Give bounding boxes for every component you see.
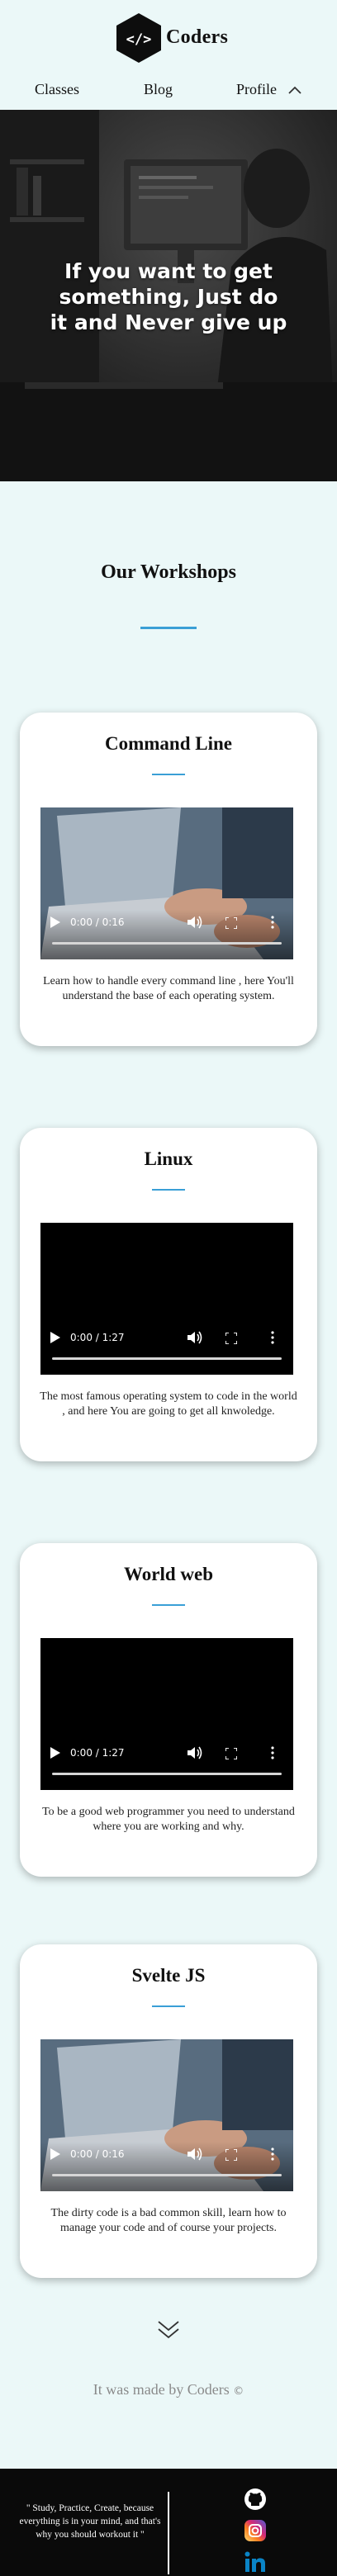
volume-icon[interactable] [187,1331,202,1344]
play-icon[interactable] [50,1332,60,1343]
linkedin-icon[interactable] [243,2550,268,2574]
double-chevron-down-icon[interactable] [155,2318,182,2342]
workshop-card-linux: Linux 0:00 / 1:27 The most famous operat… [20,1128,317,1461]
card-description: Learn how to handle every command line ,… [43,975,294,1002]
video-player[interactable]: 0:00 / 0:16 [40,807,293,959]
play-icon[interactable] [50,2148,60,2160]
nav-blog[interactable]: Blog [144,81,173,98]
card-description: To be a good web programmer you need to … [42,1806,295,1833]
video-progress-track[interactable] [52,942,282,945]
footer-divider [168,2492,169,2574]
nav-classes[interactable]: Classes [35,81,79,98]
play-icon[interactable] [50,916,60,928]
fullscreen-icon[interactable] [225,2149,237,2161]
play-icon[interactable] [50,1747,60,1759]
nav-profile[interactable]: Profile [236,81,277,98]
video-time: 0:00 / 0:16 [70,916,125,928]
github-icon[interactable] [243,2487,268,2512]
video-player[interactable]: 0:00 / 0:16 [40,2039,293,2191]
video-player[interactable]: 0:00 / 1:27 [40,1638,293,1790]
card-title-underline [152,1189,185,1191]
site-header: </> Coders Classes Blog Profile [0,0,337,109]
chevron-up-icon[interactable] [287,85,302,95]
card-title: Command Line [105,733,232,754]
hero-headline: If you want to get something, Just do it… [50,259,287,334]
workshops-title-underline [140,627,197,629]
copyright-icon: © [233,2385,244,2398]
card-description: The most famous operating system to code… [40,1390,297,1418]
code-logo-icon[interactable]: </> [116,12,162,64]
svg-text:</>: </> [126,31,152,48]
video-progress-track[interactable] [52,1773,282,1775]
card-title: World web [124,1564,213,1584]
workshops-title: Our Workshops [101,561,236,583]
video-time: 0:00 / 1:27 [70,1332,125,1343]
video-player[interactable]: 0:00 / 1:27 [40,1223,293,1375]
made-by-label: It was made by Coders [93,2381,230,2398]
card-description: The dirty code is a bad common skill, le… [50,2207,287,2234]
workshop-card-svelte-js: Svelte JS 0:00 / 0:16 The dirty code is … [20,1944,317,2278]
card-title: Svelte JS [131,1965,206,1986]
site-footer: " Study, Practice, Create, because every… [0,2469,337,2576]
video-time: 0:00 / 1:27 [70,1747,125,1759]
card-title: Linux [144,1148,193,1169]
footer-quote: " Study, Practice, Create, because every… [19,2503,161,2540]
card-title-underline [152,774,185,775]
video-progress-track[interactable] [52,1357,282,1360]
made-by-text: It was made by Coders © [0,2381,337,2398]
volume-icon[interactable] [187,916,202,929]
fullscreen-icon[interactable] [225,917,237,929]
video-time: 0:00 / 0:16 [70,2148,125,2160]
volume-icon[interactable] [187,1746,202,1759]
brand-name[interactable]: Coders [166,26,228,49]
more-options-icon[interactable] [271,2147,274,2161]
video-progress-track[interactable] [52,2174,282,2176]
card-title-underline [152,1604,185,1606]
main-nav: Classes Blog Profile [0,81,337,102]
hero-banner: If you want to get something, Just do it… [0,110,337,481]
more-options-icon[interactable] [271,1331,274,1344]
instagram-icon[interactable] [243,2518,268,2543]
card-title-underline [152,2005,185,2007]
fullscreen-icon[interactable] [225,1333,237,1344]
more-options-icon[interactable] [271,916,274,929]
more-options-icon[interactable] [271,1746,274,1759]
fullscreen-icon[interactable] [225,1748,237,1759]
workshop-card-command-line: Command Line 0:00 / 0:16 Learn how to ha… [20,713,317,1046]
volume-icon[interactable] [187,2147,202,2161]
workshop-card-world-web: World web 0:00 / 1:27 To be a good web p… [20,1543,317,1877]
